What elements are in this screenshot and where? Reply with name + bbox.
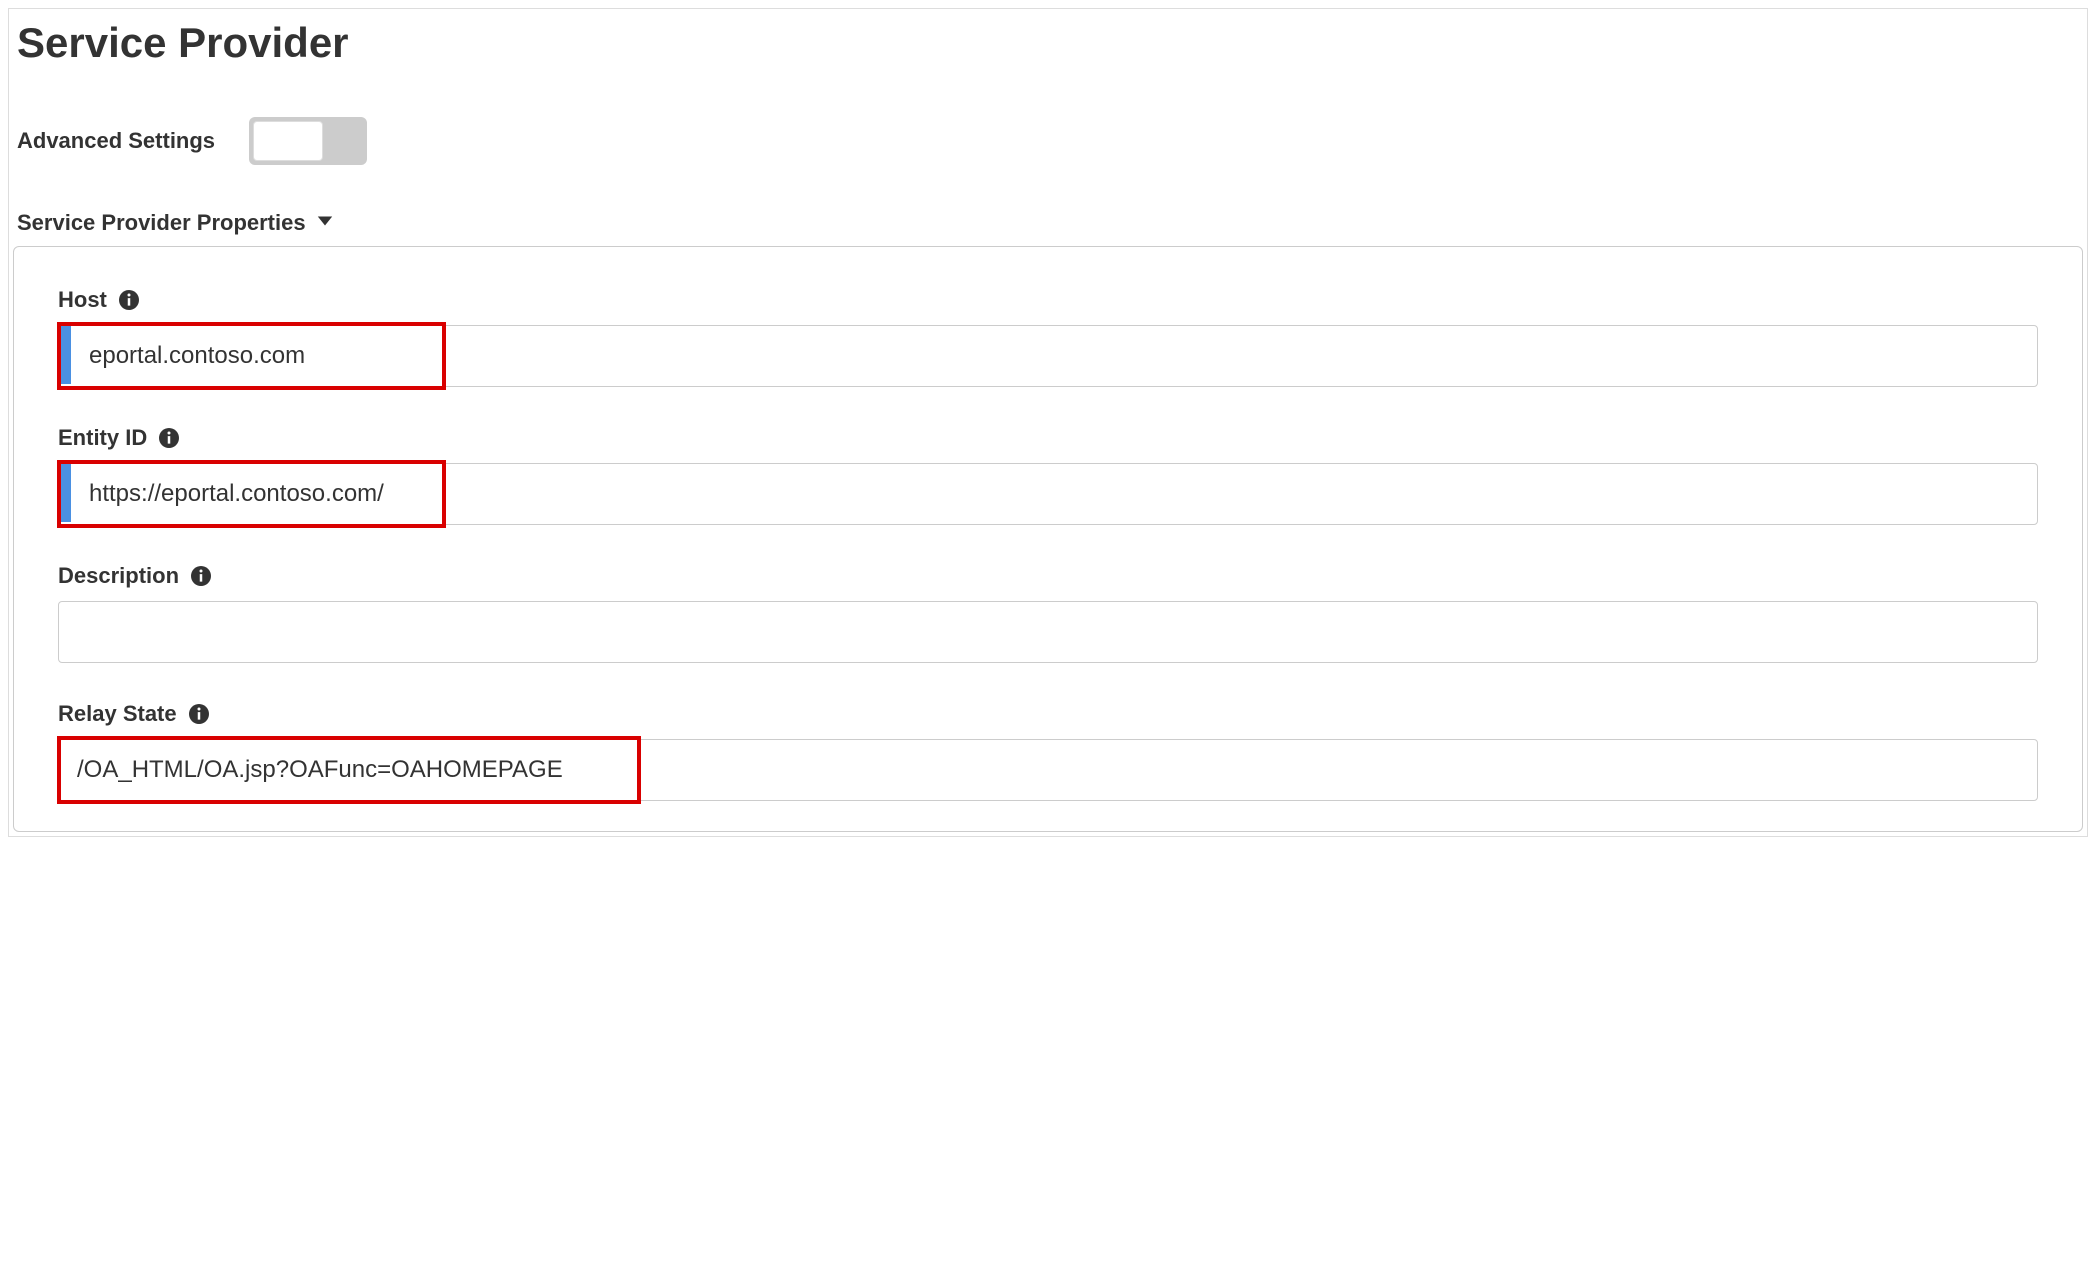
info-icon[interactable] <box>191 566 211 586</box>
advanced-settings-row: Advanced Settings <box>13 117 2083 165</box>
info-icon[interactable] <box>189 704 209 724</box>
entity-id-field-group: Entity ID <box>58 425 2038 525</box>
caret-down-icon <box>316 214 334 233</box>
info-icon[interactable] <box>159 428 179 448</box>
relay-state-input[interactable] <box>58 739 2038 801</box>
advanced-settings-label: Advanced Settings <box>17 128 215 154</box>
advanced-settings-toggle[interactable] <box>249 117 367 165</box>
relay-state-label: Relay State <box>58 701 177 727</box>
entity-id-label: Entity ID <box>58 425 147 451</box>
host-field-group: Host <box>58 287 2038 387</box>
description-field-group: Description <box>58 563 2038 663</box>
description-input[interactable] <box>58 601 2038 663</box>
page-title: Service Provider <box>13 19 2083 67</box>
host-label: Host <box>58 287 107 313</box>
properties-panel: Host Entity ID <box>13 246 2083 832</box>
host-input[interactable] <box>58 325 2038 387</box>
section-title: Service Provider Properties <box>17 210 306 236</box>
info-icon[interactable] <box>119 290 139 310</box>
service-provider-properties-header[interactable]: Service Provider Properties <box>13 210 2083 236</box>
entity-id-input[interactable] <box>58 463 2038 525</box>
description-label: Description <box>58 563 179 589</box>
toggle-knob <box>253 121 323 161</box>
relay-state-field-group: Relay State <box>58 701 2038 801</box>
